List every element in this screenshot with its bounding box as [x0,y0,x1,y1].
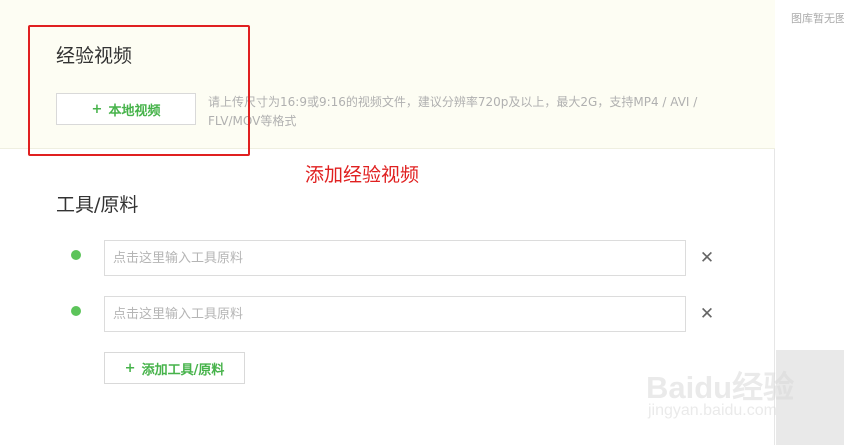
tool-row: ✕ [0,240,775,276]
tool-input[interactable] [104,240,686,276]
bullet-dot-icon [71,306,81,316]
baidu-watermark: Baidu经验 jingyan.baidu.com [646,362,821,432]
add-tool-button[interactable]: + 添加工具/原料 [104,352,245,384]
video-upload-hint: 请上传尺寸为16:9或9:16的视频文件，建议分辨率720p及以上，最大2G，支… [208,95,698,128]
bullet-dot-icon [71,250,81,260]
watermark-logo: Baidu经验 [646,370,795,405]
tools-section-title: 工具/原料 [56,194,139,216]
tool-input[interactable] [104,296,686,332]
annotation-label: 添加经验视频 [305,164,420,186]
watermark-url: jingyan.baidu.com [648,402,777,419]
close-icon[interactable]: ✕ [698,249,716,267]
add-tool-button-label: 添加工具/原料 [141,362,225,378]
close-icon[interactable]: ✕ [698,305,716,323]
annotation-highlight-box [28,25,250,156]
tool-row: ✕ [0,296,775,332]
empty-library-text: 图库暂无图片 [791,12,844,25]
plus-icon: + [124,360,136,376]
